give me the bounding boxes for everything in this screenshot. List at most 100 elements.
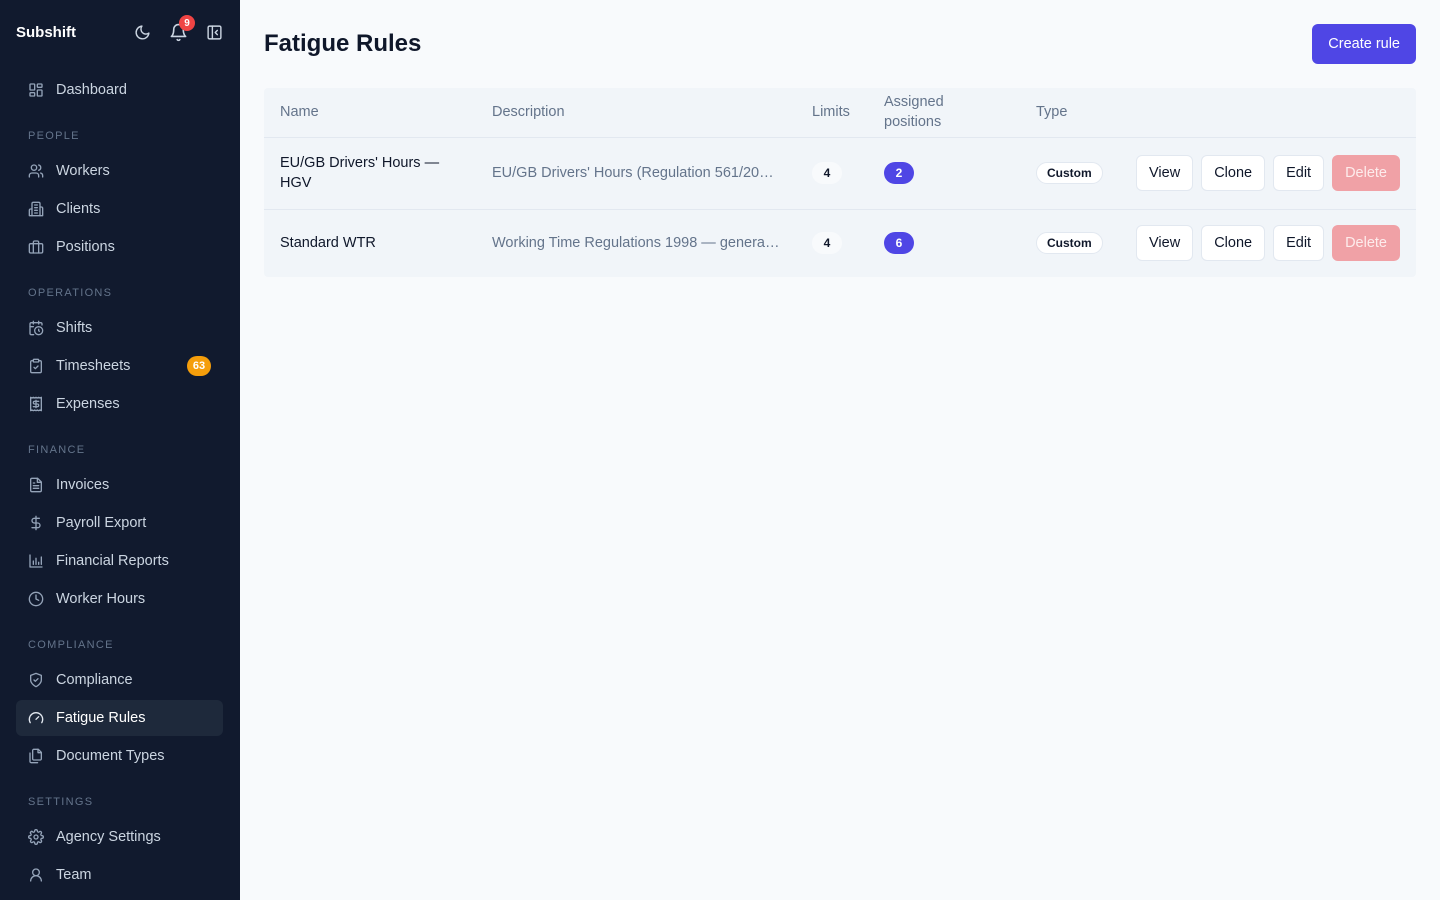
table-row[interactable]: Standard WTR Working Time Regulations 199… [264, 209, 1416, 277]
column-header-assigned-positions[interactable]: Assigned positions [868, 88, 1020, 138]
dollar-icon [28, 515, 44, 531]
sidebar-item-label: Document Types [56, 748, 165, 764]
sidebar-item-clients[interactable]: Clients [16, 191, 223, 227]
edit-button[interactable]: Edit [1273, 155, 1325, 191]
type-badge: Custom [1036, 232, 1103, 255]
page-title: Fatigue Rules [264, 30, 422, 57]
panel-collapse-icon [206, 24, 222, 40]
clock-icon [28, 591, 44, 607]
column-header-assigned-line1: Assigned [884, 94, 944, 111]
files-icon [28, 748, 44, 764]
sidebar-item-dashboard[interactable]: Dashboard [16, 72, 223, 108]
sidebar-item-shifts[interactable]: Shifts [16, 310, 223, 346]
sidebar-item-fatigue-rules[interactable]: Fatigue Rules [16, 700, 223, 736]
fatigue-rules-table: Name Description Limits Assigned position… [264, 88, 1416, 277]
sidebar-item-workers[interactable]: Workers [16, 153, 223, 189]
collapse-sidebar-button[interactable] [204, 22, 224, 42]
row-actions: View Clone Edit Delete [1136, 155, 1400, 191]
sidebar-section-title: FINANCE [28, 444, 86, 456]
receipt-icon [28, 396, 44, 412]
sidebar-item-label: Expenses [56, 396, 120, 412]
row-actions: View Clone Edit Delete [1136, 225, 1400, 262]
sidebar-item-agency-settings[interactable]: Agency Settings [16, 819, 223, 855]
sidebar-item-payroll-export[interactable]: Payroll Export [16, 505, 223, 541]
file-text-icon [28, 477, 44, 493]
rule-name-cell: EU/GB Drivers' Hours — HGV [264, 137, 476, 210]
sidebar-item-label: Dashboard [56, 82, 127, 98]
rule-description: Working Time Regulations 1998 — general … [492, 235, 787, 252]
sidebar-item-financial-reports[interactable]: Financial Reports [16, 543, 223, 579]
column-header-type[interactable]: Type [1020, 88, 1120, 138]
theme-toggle-button[interactable] [132, 22, 152, 42]
users-icon [28, 163, 44, 179]
limits-count-badge: 4 [812, 162, 842, 184]
briefcase-icon [28, 239, 44, 255]
type-badge: Custom [1036, 162, 1103, 184]
sidebar-item-document-types[interactable]: Document Types [16, 738, 223, 774]
sidebar-item-worker-hours[interactable]: Worker Hours [16, 581, 223, 617]
user-icon [28, 867, 44, 883]
sidebar-item-invoices[interactable]: Invoices [16, 467, 223, 503]
actions-cell: View Clone Edit Delete [1120, 137, 1416, 210]
calendar-clock-icon [28, 320, 44, 336]
sidebar-header: Subshift 9 [16, 15, 224, 46]
clone-button[interactable]: Clone [1201, 225, 1266, 262]
sidebar-nav: Dashboard PEOPLE Workers Clients Positions OP… [16, 72, 223, 895]
table-row[interactable]: EU/GB Drivers' Hours — HGV EU/GB Drivers' … [264, 137, 1416, 210]
sidebar-item-label: Worker Hours [56, 591, 146, 607]
sidebar-item-label: Compliance [56, 672, 133, 688]
column-header-actions [1120, 88, 1416, 138]
sidebar: Subshift 9 Dashboard PEOPLE Workers Clients… [0, 0, 240, 900]
main-content: Fatigue Rules Create rule Name Descripti… [264, 24, 1416, 277]
column-header-limits[interactable]: Limits [796, 88, 868, 138]
rule-name-continued: HGV [280, 175, 312, 191]
assigned-cell: 2 [868, 137, 1020, 210]
sidebar-section-title: OPERATIONS [28, 287, 113, 299]
sidebar-item-positions[interactable]: Positions [16, 229, 223, 265]
column-header-description[interactable]: Description [476, 88, 796, 138]
delete-button[interactable]: Delete [1332, 155, 1400, 191]
sidebar-item-label: Shifts [56, 320, 93, 336]
clipboard-check-icon [28, 358, 44, 374]
building-icon [28, 201, 44, 217]
sidebar-item-label: Financial Reports [56, 553, 169, 569]
limits-cell: 4 [796, 209, 868, 277]
sidebar-section-title: COMPLIANCE [28, 639, 114, 651]
delete-button[interactable]: Delete [1332, 225, 1400, 262]
view-button[interactable]: View [1136, 155, 1194, 191]
column-header-name[interactable]: Name [264, 88, 476, 138]
sidebar-section-title: PEOPLE [28, 130, 80, 142]
view-button[interactable]: View [1136, 225, 1194, 262]
sidebar-item-label: Timesheets [56, 358, 131, 374]
sidebar-item-timesheets[interactable]: Timesheets 63 [16, 348, 223, 384]
sidebar-item-label: Fatigue Rules [56, 710, 146, 726]
notifications-button[interactable]: 9 [168, 15, 195, 42]
brand-name: Subshift [16, 23, 76, 41]
sidebar-item-label: Workers [56, 163, 110, 179]
type-cell: Custom [1020, 209, 1120, 277]
sidebar-item-compliance[interactable]: Compliance [16, 662, 223, 698]
create-rule-button[interactable]: Create rule [1312, 24, 1416, 64]
sidebar-item-team[interactable]: Team [16, 857, 223, 893]
sidebar-item-label: Invoices [56, 477, 110, 493]
bar-chart-icon [28, 553, 44, 569]
sidebar-item-expenses[interactable]: Expenses [16, 386, 223, 422]
limits-cell: 4 [796, 137, 868, 210]
sidebar-item-label: Positions [56, 239, 115, 255]
sidebar-item-label: Agency Settings [56, 829, 161, 845]
notification-count-badge: 9 [179, 15, 195, 31]
sidebar-item-label: Clients [56, 201, 101, 217]
clone-button[interactable]: Clone [1201, 155, 1266, 191]
assigned-cell: 6 [868, 209, 1020, 277]
rule-name: EU/GB Drivers' Hours — [280, 155, 440, 171]
rule-name: Standard WTR [280, 235, 376, 252]
edit-button[interactable]: Edit [1273, 225, 1325, 262]
rule-name-cell: Standard WTR [264, 209, 476, 277]
sidebar-item-label: Payroll Export [56, 515, 147, 531]
gauge-icon [28, 710, 44, 726]
limits-count-badge: 4 [812, 232, 842, 255]
type-cell: Custom [1020, 137, 1120, 210]
gear-icon [28, 829, 44, 845]
table-header-row: Name Description Limits Assigned position… [264, 88, 1416, 138]
actions-cell: View Clone Edit Delete [1120, 209, 1416, 277]
